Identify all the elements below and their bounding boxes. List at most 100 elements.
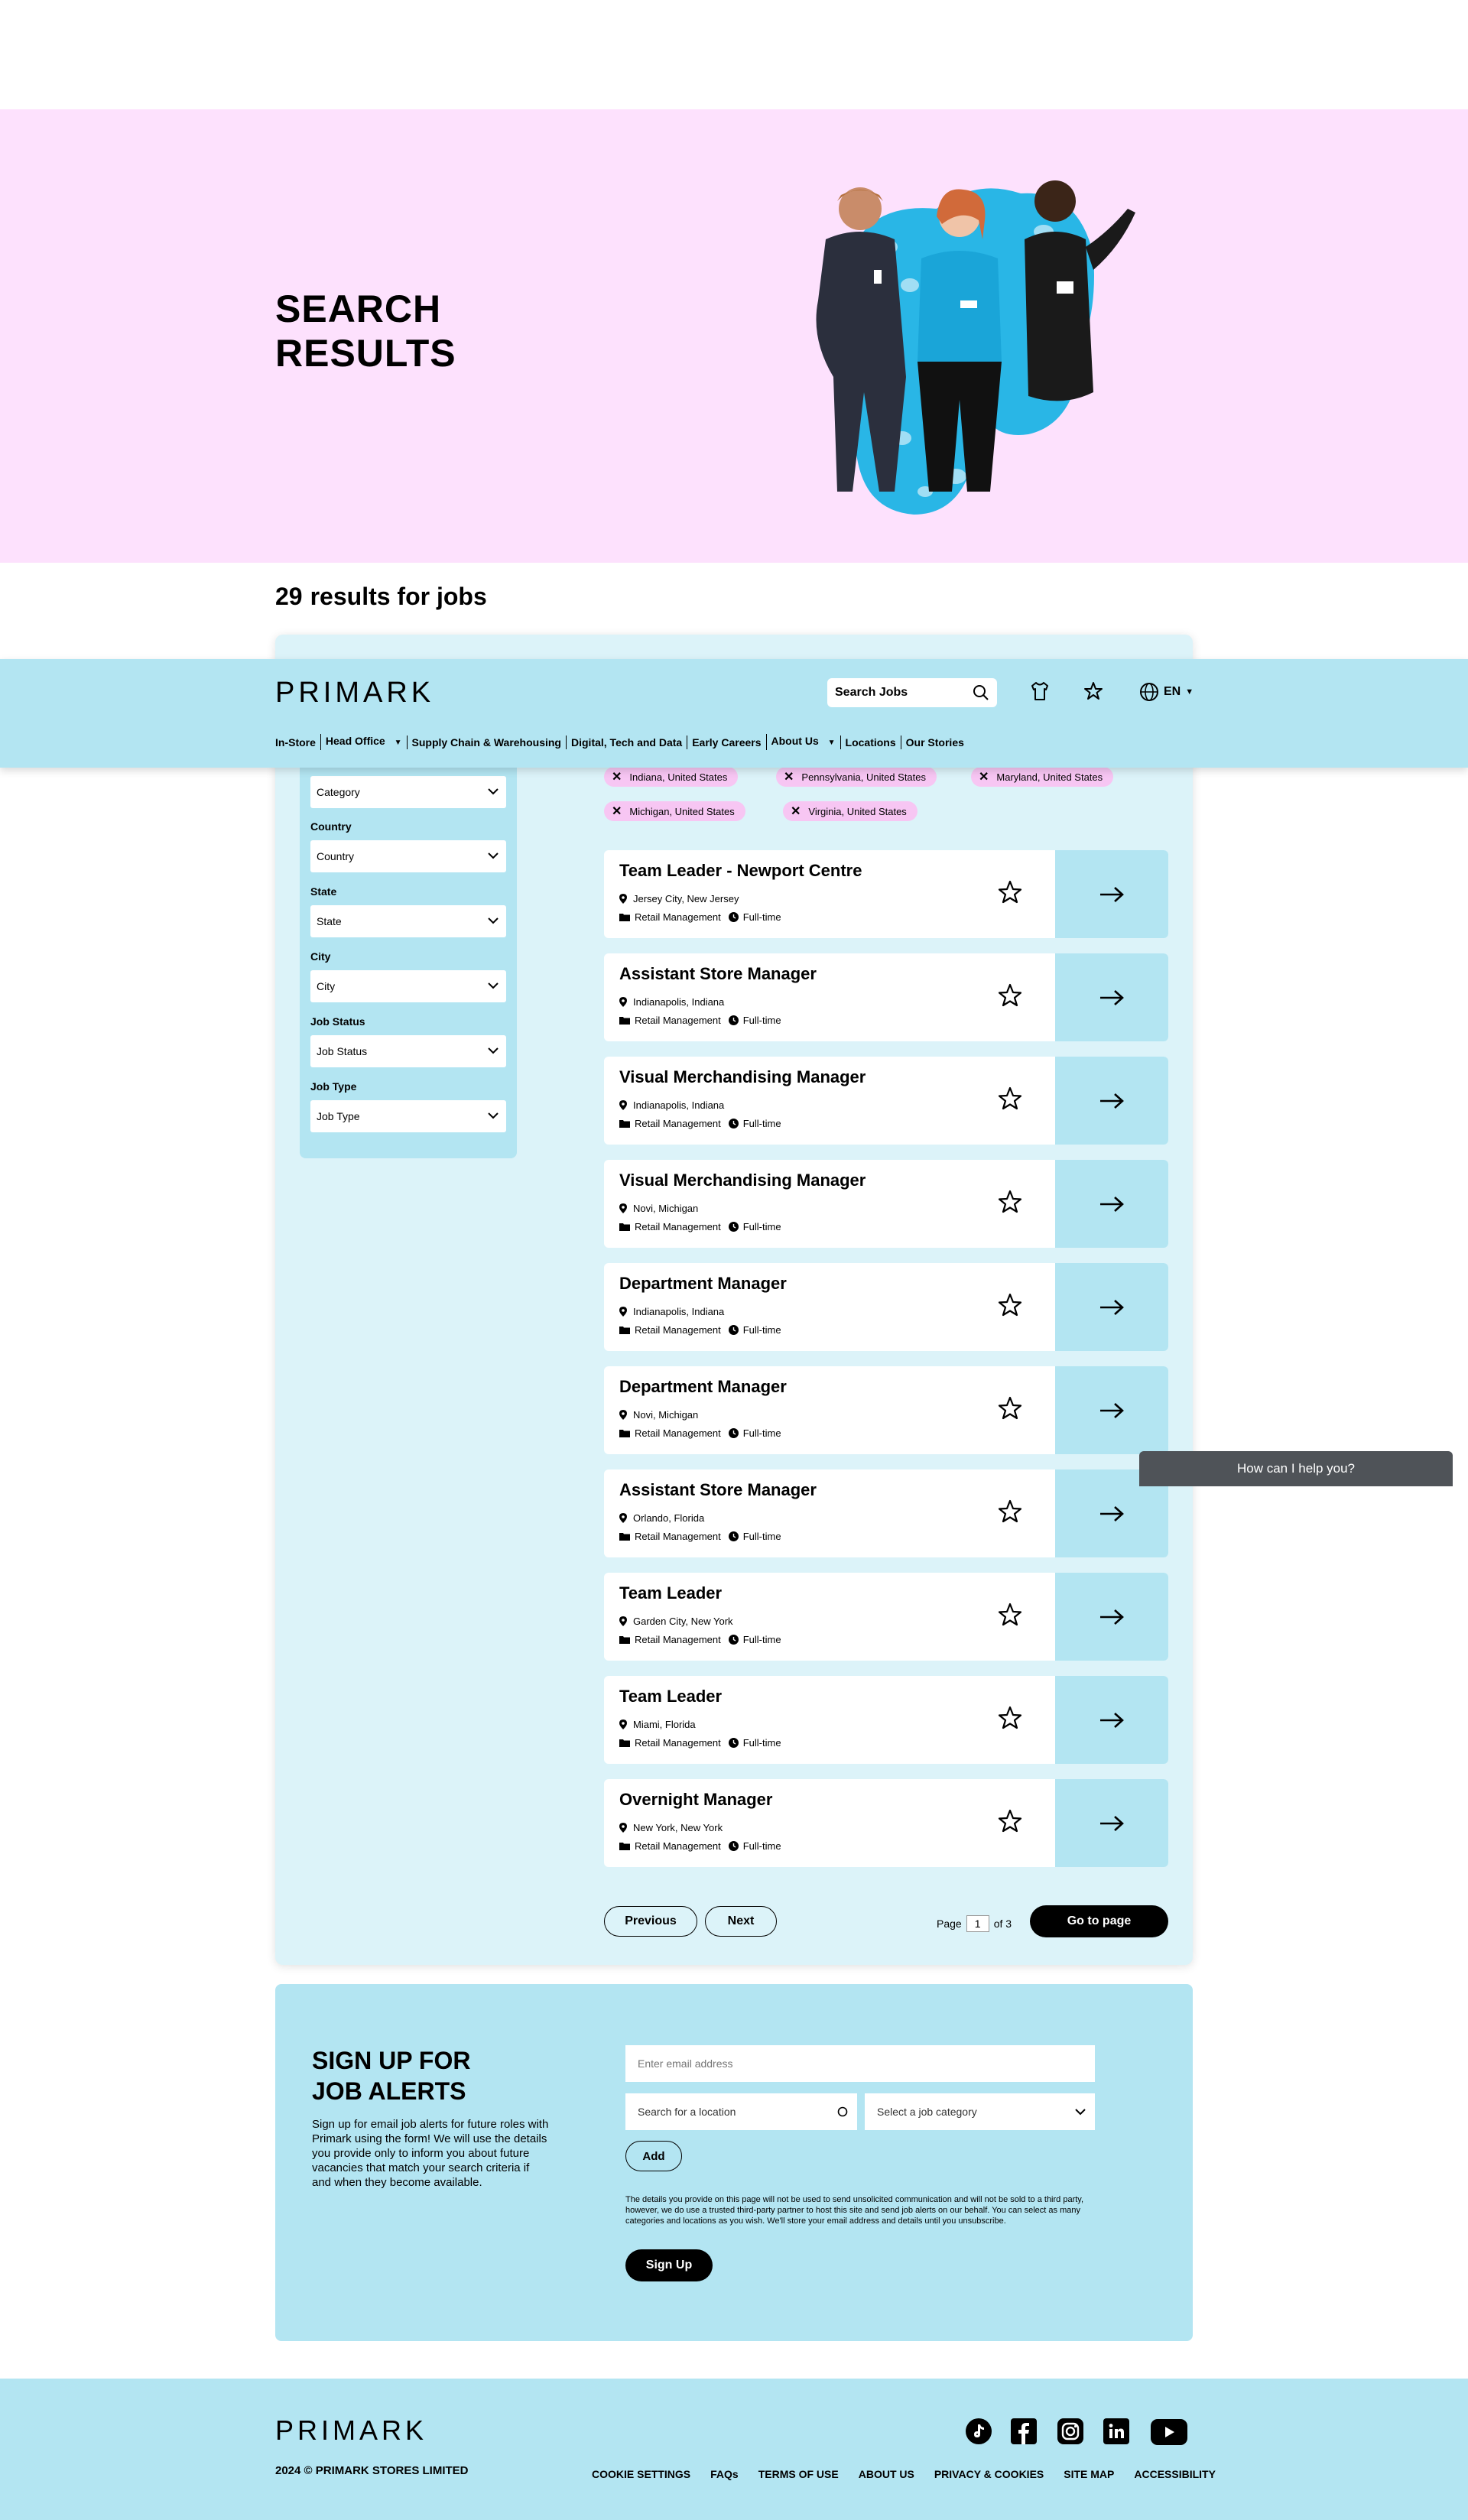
job-card[interactable]: Team Leader Miami, Florida Retail Manageme… xyxy=(604,1676,1168,1764)
job-card[interactable]: Department Manager Novi, Michigan Retail M… xyxy=(604,1366,1168,1454)
close-icon[interactable]: ✕ xyxy=(612,769,622,784)
job-card[interactable]: Department Manager Indianapolis, Indiana R… xyxy=(604,1263,1168,1351)
view-job-button[interactable] xyxy=(1055,1057,1168,1145)
nav-item-early-careers[interactable]: Early Careers xyxy=(687,735,765,749)
country-select[interactable]: Country xyxy=(310,840,506,872)
close-icon[interactable]: ✕ xyxy=(791,804,801,819)
job-card[interactable]: Team Leader Garden City, New York Retail M… xyxy=(604,1573,1168,1661)
view-job-button[interactable] xyxy=(1055,1160,1168,1248)
footer-link-terms[interactable]: TERMS OF USE xyxy=(758,2468,839,2480)
job-title[interactable]: Team Leader xyxy=(619,1583,722,1603)
job-title[interactable]: Overnight Manager xyxy=(619,1790,772,1810)
filter-chip-label: Pennsylvania, United States xyxy=(801,771,927,783)
footer-logo[interactable]: PRIMARK xyxy=(275,2414,427,2447)
star-icon[interactable] xyxy=(997,879,1023,905)
location-target-icon[interactable] xyxy=(837,2106,848,2117)
clock-icon xyxy=(728,1531,739,1541)
location-search-field[interactable]: Search for a location xyxy=(625,2093,857,2130)
filter-chip[interactable]: ✕ Michigan, United States xyxy=(604,801,745,821)
page-number-input[interactable] xyxy=(966,1915,989,1932)
arrow-right-icon xyxy=(1100,1402,1124,1418)
job-card[interactable]: Visual Merchandising Manager Novi, Michig… xyxy=(604,1160,1168,1248)
job-title[interactable]: Visual Merchandising Manager xyxy=(619,1067,866,1087)
star-icon[interactable] xyxy=(997,1292,1023,1318)
nav-item-digital-tech[interactable]: Digital, Tech and Data xyxy=(566,735,687,749)
filter-chip[interactable]: ✕ Maryland, United States xyxy=(971,767,1114,787)
footer-link-accessibility[interactable]: ACCESSIBILITY xyxy=(1134,2468,1216,2480)
footer-links: COOKIE SETTINGS FAQs TERMS OF USE ABOUT … xyxy=(592,2468,1216,2480)
nav-item-about-us[interactable]: About Us ▼ xyxy=(765,734,840,750)
city-select[interactable]: City xyxy=(310,970,506,1002)
chat-widget[interactable]: How can I help you? xyxy=(1139,1451,1453,1486)
go-to-page-button[interactable]: Go to page xyxy=(1030,1905,1168,1937)
filter-chip[interactable]: ✕ Virginia, United States xyxy=(783,801,917,821)
footer-link-cookie-settings[interactable]: COOKIE SETTINGS xyxy=(592,2468,690,2480)
view-job-button[interactable] xyxy=(1055,953,1168,1041)
star-icon[interactable] xyxy=(997,1086,1023,1112)
nav-item-supply-chain[interactable]: Supply Chain & Warehousing xyxy=(406,735,567,749)
close-icon[interactable]: ✕ xyxy=(979,769,989,784)
job-title[interactable]: Assistant Store Manager xyxy=(619,964,817,984)
star-icon[interactable] xyxy=(1083,680,1104,702)
job-card[interactable]: Assistant Store Manager Indianapolis, Ind… xyxy=(604,953,1168,1041)
nav-item-in-store[interactable]: In-Store xyxy=(275,736,320,749)
star-icon[interactable] xyxy=(997,1705,1023,1731)
filter-chip[interactable]: ✕ Indiana, United States xyxy=(604,767,739,787)
filter-chip[interactable]: ✕ Pennsylvania, United States xyxy=(776,767,937,787)
footer-link-about[interactable]: ABOUT US xyxy=(859,2468,914,2480)
view-job-button[interactable] xyxy=(1055,1573,1168,1661)
close-icon[interactable]: ✕ xyxy=(784,769,794,784)
star-icon[interactable] xyxy=(997,1395,1023,1421)
globe-icon xyxy=(1140,683,1158,701)
search-icon[interactable] xyxy=(973,684,989,701)
job-title[interactable]: Visual Merchandising Manager xyxy=(619,1171,866,1190)
job-card[interactable]: Visual Merchandising Manager Indianapolis… xyxy=(604,1057,1168,1145)
job-alerts-legal-text: The details you provide on this page wil… xyxy=(625,2195,1084,2226)
job-status-select[interactable]: Job Status xyxy=(310,1035,506,1067)
primark-logo[interactable]: PRIMARK xyxy=(275,677,434,710)
close-icon[interactable]: ✕ xyxy=(612,804,622,819)
job-card[interactable]: Team Leader - Newport Centre Jersey City,… xyxy=(604,850,1168,938)
shirt-icon[interactable] xyxy=(1029,680,1051,702)
job-title[interactable]: Department Manager xyxy=(619,1377,787,1397)
linkedin-icon[interactable] xyxy=(1103,2418,1129,2444)
job-title[interactable]: Team Leader xyxy=(619,1687,722,1707)
job-title[interactable]: Team Leader - Newport Centre xyxy=(619,861,862,881)
star-icon[interactable] xyxy=(997,1499,1023,1525)
sign-up-button[interactable]: Sign Up xyxy=(625,2249,713,2281)
star-icon[interactable] xyxy=(997,1808,1023,1834)
job-type-select[interactable]: Job Type xyxy=(310,1100,506,1132)
view-job-button[interactable] xyxy=(1055,850,1168,938)
tiktok-icon[interactable] xyxy=(966,2418,992,2444)
add-button[interactable]: Add xyxy=(625,2141,682,2171)
nav-item-head-office[interactable]: Head Office ▼ xyxy=(320,734,407,750)
job-type: Full-time xyxy=(742,1737,781,1749)
star-icon[interactable] xyxy=(997,982,1023,1008)
nav-item-locations[interactable]: Locations xyxy=(840,735,901,749)
star-icon[interactable] xyxy=(997,1602,1023,1628)
state-select[interactable]: State xyxy=(310,905,506,937)
job-card[interactable]: Assistant Store Manager Orlando, Florida R… xyxy=(604,1469,1168,1557)
job-card[interactable]: Overnight Manager New York, New York Retai… xyxy=(604,1779,1168,1867)
footer-link-faqs[interactable]: FAQs xyxy=(710,2468,739,2480)
job-title[interactable]: Assistant Store Manager xyxy=(619,1480,817,1500)
facebook-icon[interactable] xyxy=(1011,2418,1037,2444)
category-select[interactable]: Category xyxy=(310,776,506,808)
email-field[interactable] xyxy=(625,2045,1095,2082)
previous-button[interactable]: Previous xyxy=(604,1906,697,1937)
view-job-button[interactable] xyxy=(1055,1263,1168,1351)
view-job-button[interactable] xyxy=(1055,1366,1168,1454)
search-input[interactable] xyxy=(835,678,965,707)
view-job-button[interactable] xyxy=(1055,1779,1168,1867)
view-job-button[interactable] xyxy=(1055,1676,1168,1764)
next-button[interactable]: Next xyxy=(705,1906,777,1937)
job-category-select[interactable]: Select a job category xyxy=(865,2093,1095,2130)
instagram-icon[interactable] xyxy=(1057,2418,1083,2444)
footer-link-privacy[interactable]: PRIVACY & COOKIES xyxy=(934,2468,1044,2480)
youtube-icon[interactable] xyxy=(1151,2419,1187,2445)
language-selector[interactable]: EN ▼ xyxy=(1139,682,1194,702)
star-icon[interactable] xyxy=(997,1189,1023,1215)
job-title[interactable]: Department Manager xyxy=(619,1274,787,1294)
footer-link-site-map[interactable]: SITE MAP xyxy=(1064,2468,1114,2480)
nav-item-our-stories[interactable]: Our Stories xyxy=(900,735,969,749)
